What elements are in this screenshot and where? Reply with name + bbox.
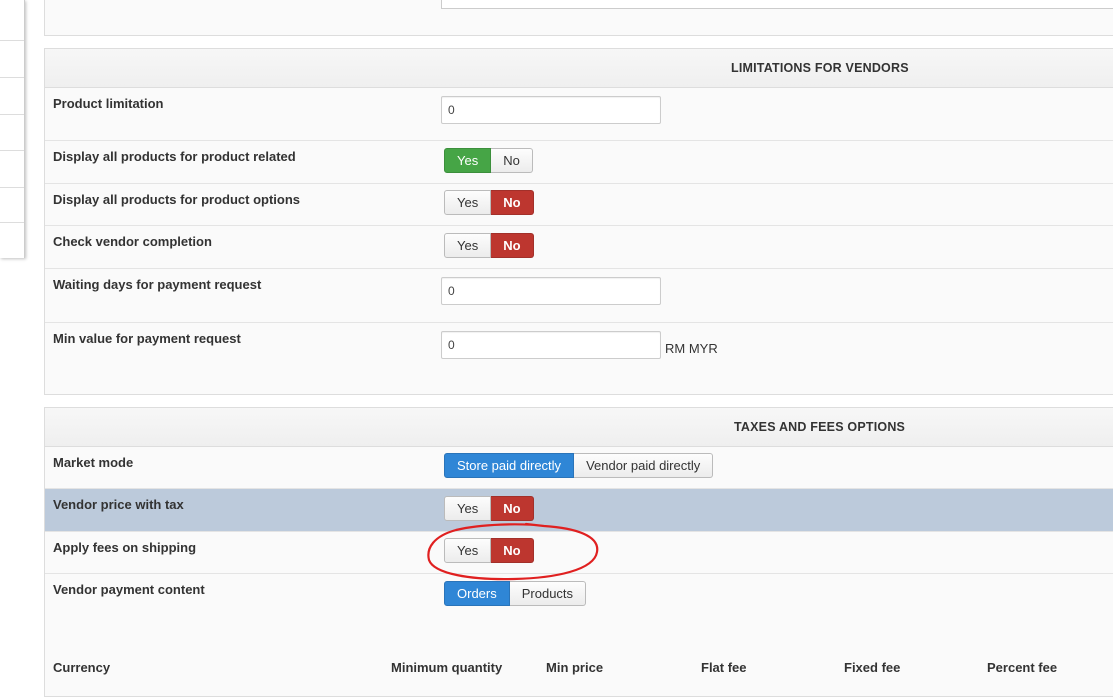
currency-unit: RM MYR bbox=[665, 341, 718, 356]
sidebar-fragment bbox=[0, 0, 25, 258]
panel-title: TAXES AND FEES OPTIONS bbox=[734, 420, 906, 434]
sidebar-divider bbox=[0, 114, 24, 115]
label: Display all products for product options bbox=[53, 192, 301, 207]
row-vendor-completion: Check vendor completion Yes No bbox=[45, 226, 1113, 269]
limitations-header: LIMITATIONS FOR VENDORS bbox=[45, 49, 1113, 88]
col-min-quantity: Minimum quantity bbox=[391, 660, 503, 675]
yes-button[interactable]: Yes bbox=[444, 538, 492, 563]
row-payment-content: Vendor payment content Orders Products bbox=[45, 574, 1113, 654]
col-currency: Currency bbox=[53, 660, 111, 675]
label: Product limitation bbox=[53, 96, 164, 111]
yes-button[interactable]: Yes bbox=[444, 148, 492, 173]
sidebar-divider bbox=[0, 222, 24, 223]
yes-no-toggle: Yes No bbox=[444, 190, 534, 215]
previous-panel bbox=[44, 0, 1113, 36]
store-paid-button[interactable]: Store paid directly bbox=[444, 453, 575, 478]
sidebar-divider bbox=[0, 187, 24, 188]
col-fixed-fee: Fixed fee bbox=[844, 660, 901, 675]
row-market-mode: Market mode Store paid directly Vendor p… bbox=[45, 447, 1113, 489]
row-display-options: Display all products for product options… bbox=[45, 184, 1113, 226]
row-min-value: Min value for payment request RM MYR bbox=[45, 323, 1113, 395]
row-product-limitation: Product limitation bbox=[45, 88, 1113, 141]
payment-content-toggle: Orders Products bbox=[444, 581, 587, 606]
previous-field[interactable] bbox=[441, 0, 1113, 9]
label: Vendor payment content bbox=[53, 582, 205, 597]
label: Market mode bbox=[53, 455, 134, 470]
no-button[interactable]: No bbox=[491, 538, 534, 563]
yes-no-toggle: Yes No bbox=[444, 233, 534, 258]
sidebar-divider bbox=[0, 77, 24, 78]
products-button[interactable]: Products bbox=[509, 581, 587, 606]
sidebar-divider bbox=[0, 40, 24, 41]
taxes-header: TAXES AND FEES OPTIONS bbox=[45, 408, 1113, 447]
product-limitation-input[interactable] bbox=[441, 96, 661, 124]
no-button[interactable]: No bbox=[491, 233, 534, 258]
row-vendor-price-tax: Vendor price with tax Yes No bbox=[45, 489, 1113, 532]
min-value-input[interactable] bbox=[441, 331, 661, 359]
market-mode-toggle: Store paid directly Vendor paid directly bbox=[444, 453, 714, 478]
no-button[interactable]: No bbox=[491, 148, 533, 173]
yes-button[interactable]: Yes bbox=[444, 233, 492, 258]
no-button[interactable]: No bbox=[491, 496, 534, 521]
row-waiting-days: Waiting days for payment request bbox=[45, 269, 1113, 323]
yes-no-toggle: Yes No bbox=[444, 496, 534, 521]
panel-title: LIMITATIONS FOR VENDORS bbox=[731, 61, 909, 75]
yes-no-toggle: Yes No bbox=[444, 538, 534, 563]
limitations-panel: LIMITATIONS FOR VENDORS Product limitati… bbox=[44, 48, 1113, 395]
no-button[interactable]: No bbox=[491, 190, 534, 215]
yes-button[interactable]: Yes bbox=[444, 496, 492, 521]
col-flat-fee: Flat fee bbox=[701, 660, 747, 675]
taxes-panel: TAXES AND FEES OPTIONS Market mode Store… bbox=[44, 407, 1113, 697]
col-min-price: Min price bbox=[546, 660, 604, 675]
label: Min value for payment request bbox=[53, 331, 241, 346]
col-percent-fee: Percent fee bbox=[987, 660, 1058, 675]
yes-no-toggle: Yes No bbox=[444, 148, 533, 173]
vendor-paid-button[interactable]: Vendor paid directly bbox=[574, 453, 714, 478]
row-display-related: Display all products for product related… bbox=[45, 141, 1113, 184]
label: Waiting days for payment request bbox=[53, 277, 262, 292]
label: Check vendor completion bbox=[53, 234, 212, 249]
label: Display all products for product related bbox=[53, 149, 296, 164]
yes-button[interactable]: Yes bbox=[444, 190, 492, 215]
sidebar-divider bbox=[0, 150, 24, 151]
label: Vendor price with tax bbox=[53, 497, 184, 512]
orders-button[interactable]: Orders bbox=[444, 581, 510, 606]
label: Apply fees on shipping bbox=[53, 540, 197, 555]
waiting-days-input[interactable] bbox=[441, 277, 661, 305]
row-fees-shipping: Apply fees on shipping Yes No bbox=[45, 532, 1113, 574]
